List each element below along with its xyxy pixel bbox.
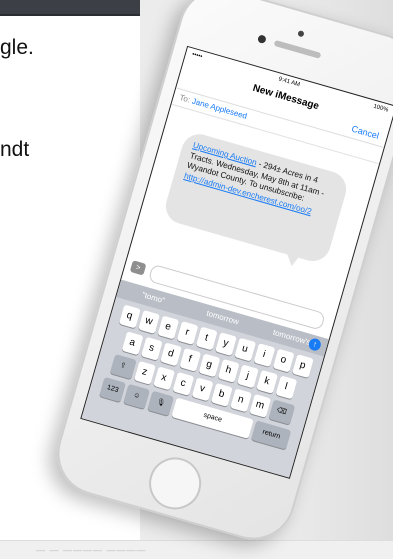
bubble-tail bbox=[281, 249, 302, 268]
key-f[interactable]: f bbox=[178, 347, 201, 372]
key-y[interactable]: y bbox=[214, 331, 237, 356]
key-e[interactable]: e bbox=[156, 315, 179, 340]
key-u[interactable]: u bbox=[233, 337, 256, 362]
shift-key[interactable]: ⇧ bbox=[109, 353, 137, 380]
text-fragment: ndt bbox=[0, 138, 30, 161]
key-c[interactable]: c bbox=[171, 371, 194, 396]
battery-indicator: 100% bbox=[372, 103, 389, 114]
key-q[interactable]: q bbox=[118, 304, 141, 329]
key-o[interactable]: o bbox=[272, 348, 295, 373]
key-x[interactable]: x bbox=[152, 366, 175, 391]
phone-illustration: ••••• 9:41 AM 100% New iMessage Cancel T… bbox=[30, 0, 393, 550]
key-v[interactable]: v bbox=[191, 377, 214, 402]
key-a[interactable]: a bbox=[121, 331, 144, 356]
key-r[interactable]: r bbox=[176, 320, 198, 345]
mic-icon[interactable]: 🎙 bbox=[147, 390, 174, 416]
key-p[interactable]: p bbox=[291, 354, 314, 378]
to-label: To: bbox=[178, 92, 192, 105]
key-w[interactable]: w bbox=[137, 309, 160, 334]
apps-button[interactable]: > bbox=[129, 260, 147, 276]
key-m[interactable]: m bbox=[248, 393, 271, 418]
emoji-icon[interactable]: ☺ bbox=[123, 383, 150, 410]
camera-icon bbox=[256, 34, 267, 45]
delete-key[interactable]: ⌫ bbox=[268, 399, 295, 425]
numbers-key[interactable]: 123 bbox=[99, 376, 126, 403]
key-z[interactable]: z bbox=[133, 360, 156, 385]
key-n[interactable]: n bbox=[229, 388, 252, 413]
footer-text: — — ———— ———— bbox=[36, 545, 147, 555]
key-l[interactable]: l bbox=[274, 375, 297, 400]
speaker-grille bbox=[273, 39, 322, 59]
key-d[interactable]: d bbox=[159, 342, 182, 367]
text-fragment: gle. bbox=[0, 36, 34, 59]
key-b[interactable]: b bbox=[210, 382, 233, 407]
key-i[interactable]: i bbox=[253, 343, 275, 367]
key-k[interactable]: k bbox=[255, 369, 278, 394]
key-h[interactable]: h bbox=[217, 358, 240, 383]
return-key[interactable]: return bbox=[251, 420, 292, 450]
key-g[interactable]: g bbox=[198, 353, 220, 378]
sensor-dot bbox=[297, 29, 305, 38]
key-j[interactable]: j bbox=[236, 364, 259, 389]
iphone: ••••• 9:41 AM 100% New iMessage Cancel T… bbox=[47, 0, 393, 550]
message-bubble: Upcoming Auction - 294± Acres in 4 Tract… bbox=[161, 130, 351, 268]
key-t[interactable]: t bbox=[195, 326, 218, 351]
key-s[interactable]: s bbox=[140, 336, 163, 361]
home-button bbox=[142, 451, 208, 516]
phone-screen: ••••• 9:41 AM 100% New iMessage Cancel T… bbox=[80, 45, 393, 479]
bottom-strip: — — ———— ———— bbox=[0, 540, 393, 559]
signal-indicator: ••••• bbox=[191, 51, 203, 61]
